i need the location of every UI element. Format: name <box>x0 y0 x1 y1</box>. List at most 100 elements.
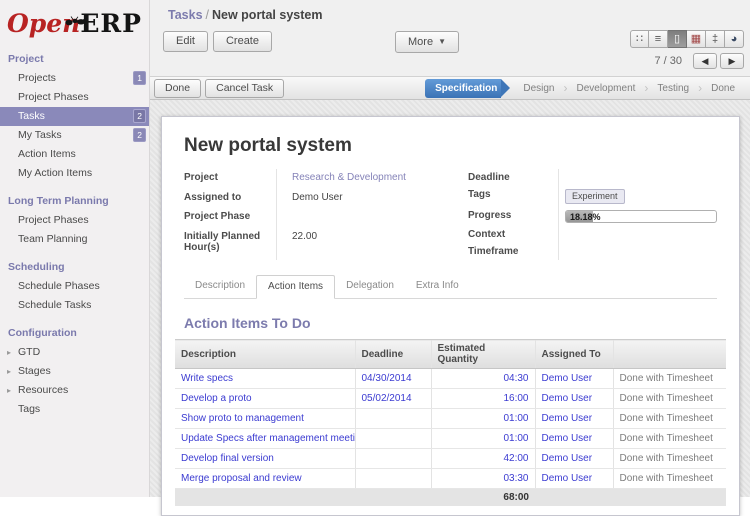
action-item-estimated-quantity[interactable]: 16:00 <box>431 389 535 409</box>
field-row-timeframe: Timeframe <box>468 243 717 260</box>
stage-label: Specification <box>425 79 501 98</box>
sidebar-item-schedule-tasks[interactable]: Schedule Tasks <box>0 296 149 315</box>
pager-next-button[interactable]: ▶ <box>720 53 744 69</box>
sidebar-item-label: Project Phases <box>18 214 89 226</box>
sidebar-item-gtd[interactable]: ▸GTD <box>0 343 149 362</box>
action-item-row[interactable]: Write specs04/30/201404:30Demo UserDone … <box>175 369 726 389</box>
action-items-table: DescriptionDeadlineEstimated QuantityAss… <box>175 339 726 506</box>
action-item-description-link[interactable]: Write specs <box>175 369 355 389</box>
action-item-deadline[interactable] <box>355 449 431 469</box>
stage-testing[interactable]: Testing <box>648 83 698 94</box>
kanban-view-icon: ∷ <box>636 34 643 45</box>
tab-action-items[interactable]: Action Items <box>256 275 335 299</box>
tag-chip-experiment[interactable]: Experiment <box>565 189 625 204</box>
count-badge: 2 <box>133 128 146 142</box>
sidebar-section-project: ProjectProjects1Project PhasesTasks2My T… <box>0 50 149 183</box>
action-item-assigned-to-link[interactable]: Demo User <box>535 429 613 449</box>
action-item-row[interactable]: Show proto to management01:00Demo UserDo… <box>175 409 726 429</box>
stage-specification[interactable]: Specification <box>425 79 510 98</box>
graph-view-button[interactable]: ◕ <box>725 30 744 48</box>
progress-value: 18.18% <box>570 212 601 223</box>
field-value-progress: 18.18% <box>558 207 717 226</box>
action-item-assigned-to-link[interactable]: Demo User <box>535 369 613 389</box>
gantt-view-button[interactable]: ‡ <box>706 30 725 48</box>
sidebar-item-resources[interactable]: ▸Resources <box>0 381 149 400</box>
action-item-estimated-quantity[interactable]: 03:30 <box>431 469 535 489</box>
edit-button[interactable]: Edit <box>163 31 208 52</box>
action-item-row[interactable]: Update Specs after management meeting 01:… <box>175 429 726 449</box>
cancel-task-button[interactable]: Cancel Task <box>205 79 284 98</box>
sidebar-item-project-phases[interactable]: Project Phases <box>0 88 149 107</box>
action-item-row[interactable]: Develop final version42:00Demo UserDone … <box>175 449 726 469</box>
sidebar-item-label: Schedule Phases <box>18 280 100 292</box>
record-actions: EditCreate <box>163 31 277 52</box>
sidebar-item-tasks[interactable]: Tasks2 <box>0 107 149 126</box>
calendar-view-button[interactable]: ▦ <box>687 30 706 48</box>
more-button[interactable]: More▼ <box>395 31 459 53</box>
field-row-project: ProjectResearch & Development <box>184 169 468 189</box>
sidebar-item-action-items[interactable]: Action Items <box>0 145 149 164</box>
action-item-description-link[interactable]: Merge proposal and review <box>175 469 355 489</box>
column-header-status <box>613 340 726 369</box>
sidebar-item-projects[interactable]: Projects1 <box>0 69 149 88</box>
field-value-initially-planned-hour-s: 22.00 <box>276 228 468 260</box>
sidebar-item-label: My Tasks <box>18 129 62 141</box>
sidebar-item-schedule-phases[interactable]: Schedule Phases <box>0 277 149 296</box>
project-link[interactable]: Research & Development <box>292 172 406 183</box>
tab-description[interactable]: Description <box>184 275 256 297</box>
action-item-row[interactable]: Develop a proto05/02/201416:00Demo UserD… <box>175 389 726 409</box>
action-item-status: Done with Timesheet <box>613 429 726 449</box>
action-item-assigned-to-link[interactable]: Demo User <box>535 389 613 409</box>
tab-delegation[interactable]: Delegation <box>335 275 405 297</box>
action-item-deadline[interactable] <box>355 429 431 449</box>
breadcrumb-tasks-link[interactable]: Tasks <box>168 8 203 22</box>
sidebar-item-label: Project Phases <box>18 91 89 103</box>
action-item-row[interactable]: Merge proposal and review03:30Demo UserD… <box>175 469 726 489</box>
tab-extra-info[interactable]: Extra Info <box>405 275 470 297</box>
arrow-left-icon: ◀ <box>702 56 709 67</box>
action-item-estimated-quantity[interactable]: 01:00 <box>431 429 535 449</box>
action-item-assigned-to-link[interactable]: Demo User <box>535 469 613 489</box>
action-item-estimated-quantity[interactable]: 04:30 <box>431 369 535 389</box>
action-item-assigned-to-link[interactable]: Demo User <box>535 449 613 469</box>
action-item-deadline[interactable]: 05/02/2014 <box>355 389 431 409</box>
field-group-left: ProjectResearch & DevelopmentAssigned to… <box>184 169 468 260</box>
action-item-deadline[interactable] <box>355 409 431 429</box>
create-button[interactable]: Create <box>213 31 272 52</box>
count-badge: 2 <box>133 109 146 123</box>
field-value-project-phase <box>276 208 468 228</box>
action-item-description-link[interactable]: Update Specs after management meeting <box>175 429 355 449</box>
action-item-deadline[interactable]: 04/30/2014 <box>355 369 431 389</box>
stage-design[interactable]: Design <box>514 83 563 94</box>
action-item-estimated-quantity[interactable]: 01:00 <box>431 409 535 429</box>
action-item-estimated-quantity[interactable]: 42:00 <box>431 449 535 469</box>
sidebar-item-stages[interactable]: ▸Stages <box>0 362 149 381</box>
stage-done[interactable]: Done <box>702 83 744 94</box>
action-item-assigned-to-link[interactable]: Demo User <box>535 409 613 429</box>
action-item-description-link[interactable]: Develop final version <box>175 449 355 469</box>
field-row-deadline: Deadline <box>468 169 717 186</box>
column-header-assigned-to: Assigned To <box>535 340 613 369</box>
total-row-cell <box>613 489 726 507</box>
list-view-button[interactable]: ≡ <box>649 30 668 48</box>
sidebar-item-label: Resources <box>18 384 68 396</box>
sidebar-item-tags[interactable]: Tags <box>0 400 149 419</box>
field-groups: ProjectResearch & DevelopmentAssigned to… <box>184 169 717 260</box>
sidebar-item-team-planning[interactable]: Team Planning <box>0 230 149 249</box>
done-button[interactable]: Done <box>154 79 201 98</box>
form-view-button[interactable]: ▯ <box>668 30 687 48</box>
sidebar-item-label: Tags <box>18 403 40 415</box>
action-item-deadline[interactable] <box>355 469 431 489</box>
action-item-description-link[interactable]: Show proto to management <box>175 409 355 429</box>
sidebar-item-my-action-items[interactable]: My Action Items <box>0 164 149 183</box>
pager-counter: 7 / 30 <box>654 55 682 67</box>
openerp-logo[interactable]: OpenERP <box>0 0 149 41</box>
stage-development[interactable]: Development <box>567 83 644 94</box>
expand-caret-icon: ▸ <box>7 367 11 376</box>
pager-previous-button[interactable]: ◀ <box>693 53 717 69</box>
sidebar-item-my-tasks[interactable]: My Tasks 2 <box>0 126 149 145</box>
sidebar-item-project-phases[interactable]: Project Phases <box>0 211 149 230</box>
kanban-view-button[interactable]: ∷ <box>630 30 649 48</box>
action-item-description-link[interactable]: Develop a proto <box>175 389 355 409</box>
column-header-deadline: Deadline <box>355 340 431 369</box>
